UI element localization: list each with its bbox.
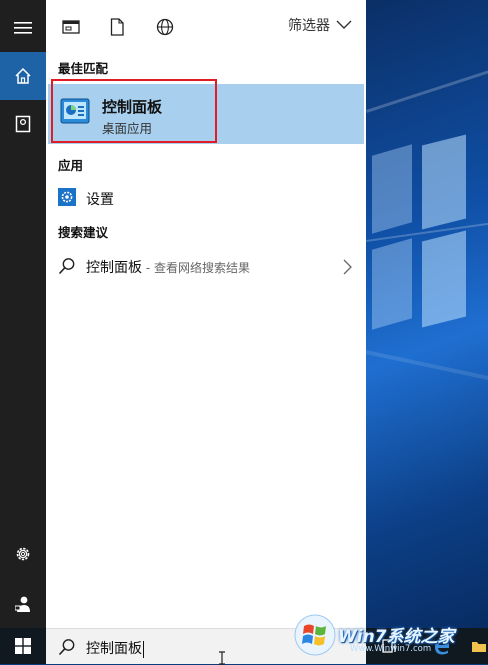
search-suggestion[interactable]: 控制面板 - 查看网络搜索结果 bbox=[46, 250, 366, 282]
search-results-panel: 筛选器 最佳匹配 控制面板 桌面应用 应用 设置 搜索建议 控制面板 - 查看网… bbox=[46, 0, 366, 628]
task-view-icon bbox=[382, 639, 396, 653]
person-feedback-icon bbox=[15, 596, 30, 612]
home-button[interactable] bbox=[0, 52, 46, 100]
documents-filter-button[interactable] bbox=[106, 16, 128, 38]
best-match-heading: 最佳匹配 bbox=[58, 61, 109, 76]
best-match-result[interactable]: 控制面板 桌面应用 bbox=[48, 84, 364, 144]
app-window-icon bbox=[62, 20, 80, 34]
apps-filter-button[interactable] bbox=[60, 16, 82, 38]
ibeam-cursor-icon bbox=[219, 651, 225, 665]
notebook-button[interactable] bbox=[0, 100, 46, 148]
filter-label: 筛选器 bbox=[288, 18, 330, 34]
taskbar-search-box[interactable]: 控制面板 bbox=[46, 628, 366, 665]
chevron-right-icon[interactable] bbox=[343, 259, 352, 275]
panel-toolbar: 筛选器 bbox=[46, 0, 366, 52]
gear-icon bbox=[16, 547, 30, 561]
suggestion-query: 控制面板 bbox=[86, 260, 142, 276]
search-input-value: 控制面板 bbox=[86, 641, 142, 657]
start-button[interactable] bbox=[0, 628, 46, 664]
text-caret bbox=[143, 640, 144, 658]
apps-heading: 应用 bbox=[58, 158, 84, 173]
desktop-background bbox=[366, 0, 488, 628]
search-icon bbox=[58, 639, 75, 656]
filter-dropdown[interactable]: 筛选器 bbox=[288, 15, 352, 35]
chevron-down-icon bbox=[336, 20, 352, 29]
search-icon bbox=[58, 258, 75, 275]
suggestions-heading: 搜索建议 bbox=[58, 225, 109, 240]
task-view-button[interactable] bbox=[378, 628, 402, 664]
settings-button[interactable] bbox=[0, 530, 46, 578]
best-match-title: 控制面板 bbox=[102, 98, 163, 116]
edge-button[interactable] bbox=[430, 628, 454, 664]
file-explorer-button[interactable] bbox=[470, 628, 488, 664]
hamburger-menu-button[interactable] bbox=[0, 4, 46, 52]
edge-browser-icon bbox=[435, 639, 449, 655]
globe-icon bbox=[156, 18, 174, 36]
document-icon bbox=[110, 18, 124, 36]
control-panel-icon bbox=[60, 98, 90, 124]
start-rail bbox=[0, 0, 46, 628]
windows-logo-icon bbox=[15, 638, 31, 654]
hamburger-icon bbox=[14, 22, 32, 34]
best-match-subtitle: 桌面应用 bbox=[102, 121, 153, 136]
suggestion-text: 控制面板 - 查看网络搜索结果 bbox=[86, 257, 250, 277]
app-result-settings[interactable]: 设置 bbox=[46, 182, 366, 214]
app-result-label: 设置 bbox=[86, 192, 114, 208]
home-icon bbox=[15, 67, 31, 84]
web-filter-button[interactable] bbox=[154, 16, 176, 38]
taskbar: 控制面板 bbox=[0, 628, 488, 665]
feedback-button[interactable] bbox=[0, 580, 46, 628]
suggestion-hint: - 查看网络搜索结果 bbox=[142, 261, 250, 275]
notebook-icon bbox=[15, 115, 31, 133]
gear-icon bbox=[58, 188, 76, 206]
folder-icon bbox=[472, 642, 486, 652]
search-input[interactable]: 控制面板 bbox=[86, 638, 144, 658]
